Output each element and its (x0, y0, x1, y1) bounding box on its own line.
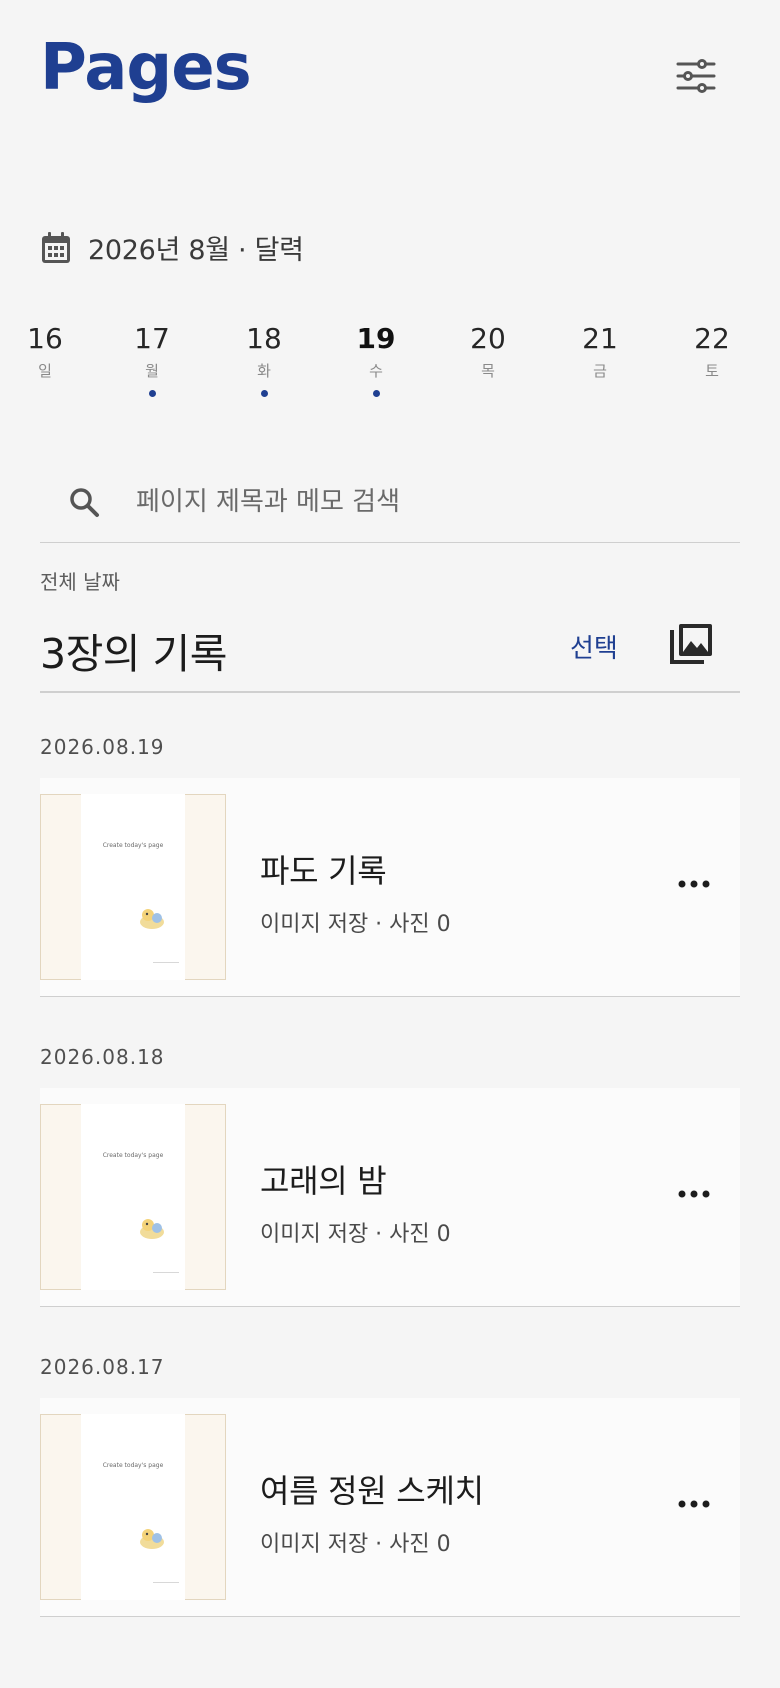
sticker-icon (140, 1219, 164, 1239)
day-weekday: 화 (257, 362, 271, 380)
entry-meta: 이미지 저장 · 사진 0 (260, 1222, 451, 1247)
day-number: 20 (470, 322, 506, 355)
more-options-button[interactable] (670, 1174, 718, 1214)
more-horizontal-icon (678, 880, 710, 888)
thumbnail-line (153, 1272, 179, 1273)
entry-card[interactable]: Create today's page 고래의 밤 이미지 저장 · 사진 0 (40, 1088, 740, 1307)
day-weekday: 목 (481, 362, 495, 380)
more-options-button[interactable] (670, 864, 718, 904)
sticker-icon (140, 1529, 164, 1549)
day-weekday: 월 (145, 362, 159, 380)
entry-card[interactable]: Create today's page 파도 기록 이미지 저장 · 사진 0 (40, 778, 740, 997)
entry-meta: 이미지 저장 · 사진 0 (260, 912, 451, 937)
week-strip: 16 일 17 월 18 화 19 수 20 목 21 금 22 토 (0, 318, 780, 408)
entry-dot (148, 390, 156, 397)
entry-card[interactable]: Create today's page 여름 정원 스케치 이미지 저장 · 사… (40, 1398, 740, 1617)
day-weekday: 수 (369, 362, 383, 380)
date-scope-label: 전체 날짜 (40, 570, 120, 594)
search-icon (70, 488, 99, 517)
month-label: 2026년 8월 · 달력 (88, 235, 304, 266)
gallery-button[interactable] (668, 620, 716, 668)
more-horizontal-icon (678, 1190, 710, 1198)
day-weekday: 금 (593, 362, 607, 380)
day-number: 18 (246, 322, 282, 355)
entry-title: 고래의 밤 (260, 1162, 387, 1200)
entry-dot (372, 390, 380, 397)
day-number: 19 (356, 322, 396, 355)
day-number: 21 (582, 322, 618, 355)
thumbnail-caption: Create today's page (102, 1152, 164, 1159)
day-21[interactable]: 21 금 (560, 318, 640, 382)
thumbnail-caption: Create today's page (102, 1462, 164, 1469)
page-thumbnail: Create today's page (40, 794, 226, 980)
day-22[interactable]: 22 토 (672, 318, 752, 382)
search-input[interactable] (134, 476, 740, 528)
thumbnail-page: Create today's page (81, 1414, 185, 1600)
entry-title: 파도 기록 (260, 852, 387, 890)
day-number: 22 (694, 322, 730, 355)
thumbnail-caption: Create today's page (102, 842, 164, 849)
thumbnail-line (153, 962, 179, 963)
day-weekday: 토 (705, 362, 719, 380)
entry-date: 2026.08.18 (40, 1045, 165, 1069)
divider (40, 691, 740, 693)
search-bar (40, 462, 740, 543)
thumbnail-page: Create today's page (81, 794, 185, 980)
more-options-button[interactable] (670, 1484, 718, 1524)
day-number: 17 (134, 322, 170, 355)
month-selector[interactable]: 2026년 8월 · 달력 (40, 228, 304, 267)
entry-date: 2026.08.19 (40, 735, 165, 759)
entry-title: 여름 정원 스케치 (260, 1472, 484, 1510)
day-18[interactable]: 18 화 (224, 318, 304, 397)
page-thumbnail: Create today's page (40, 1104, 226, 1290)
filter-button[interactable] (668, 52, 724, 100)
sticker-icon (140, 909, 164, 929)
entry-dot (260, 390, 268, 397)
page-title: Pages (40, 31, 252, 105)
sliders-icon (676, 59, 716, 93)
day-20[interactable]: 20 목 (448, 318, 528, 382)
entry-meta: 이미지 저장 · 사진 0 (260, 1532, 451, 1557)
entry-date: 2026.08.17 (40, 1355, 165, 1379)
entry-count-title: 3장의 기록 (40, 630, 228, 678)
thumbnail-page: Create today's page (81, 1104, 185, 1290)
select-button[interactable]: 선택 (570, 628, 618, 665)
page-thumbnail: Create today's page (40, 1414, 226, 1600)
more-horizontal-icon (678, 1500, 710, 1508)
day-17[interactable]: 17 월 (112, 318, 192, 397)
day-16[interactable]: 16 일 (5, 318, 85, 382)
thumbnail-line (153, 1582, 179, 1583)
day-weekday: 일 (38, 362, 52, 380)
day-19[interactable]: 19 수 (336, 318, 416, 397)
calendar-icon (42, 231, 70, 263)
day-number: 16 (27, 322, 63, 355)
photo-library-icon (670, 624, 712, 664)
